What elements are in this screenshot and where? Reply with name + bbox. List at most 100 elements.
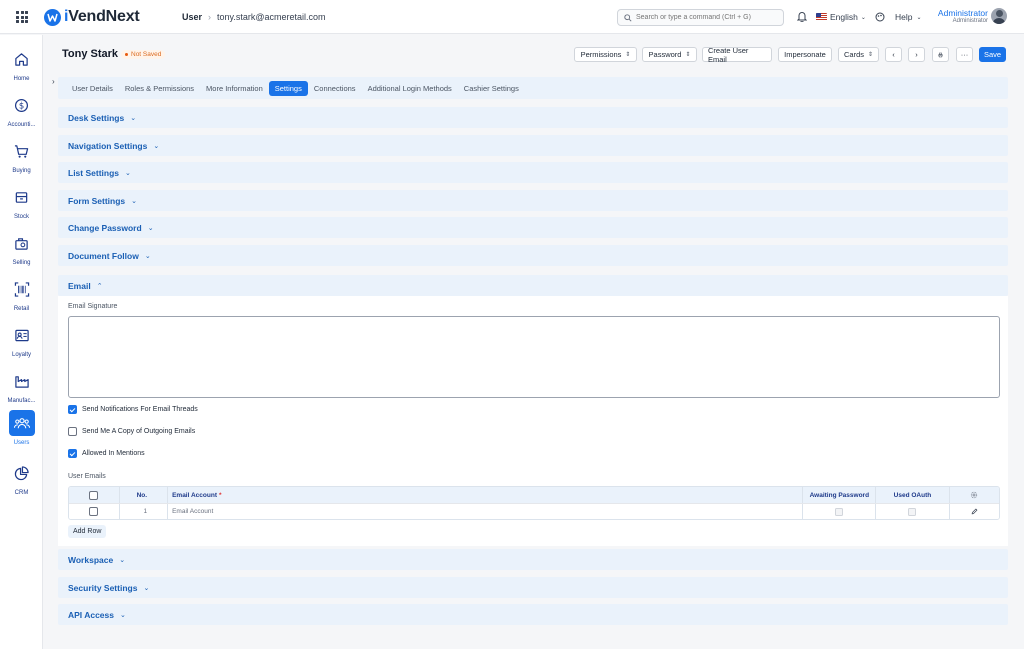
sidebar-item-label: Selling [12, 260, 31, 266]
row-select-cell [69, 504, 120, 519]
expand-sidebar-icon[interactable]: › [52, 77, 55, 86]
sidebar-item-users[interactable]: Users [0, 410, 43, 452]
dollar-icon: $ [9, 92, 35, 118]
gear-icon[interactable] [970, 491, 978, 499]
row-number: 1 [120, 504, 169, 519]
used-oauth-checkbox[interactable] [908, 507, 917, 516]
help-menu[interactable]: Help ⌄ [875, 12, 922, 22]
language-selector[interactable]: English ⌄ [816, 12, 866, 22]
required-asterisk: * [219, 491, 222, 499]
us-flag-icon [816, 13, 827, 21]
sidebar-item-stock[interactable]: Stock [0, 184, 43, 226]
sidebar-item-retail[interactable]: Retail [0, 276, 43, 318]
chevron-down-icon: ⌄ [916, 14, 922, 21]
send-copy-checkbox-row[interactable]: Send Me A Copy of Outgoing Emails [68, 427, 195, 436]
sidebar-item-buying[interactable]: Buying [0, 138, 43, 180]
section-email[interactable]: Email ⌃ [58, 275, 1008, 296]
sidebar-item-label: Accounti... [7, 122, 36, 128]
checkbox-label: Send Notifications For Email Threads [82, 406, 198, 413]
sidebar-item-loyalty[interactable]: Loyalty [0, 322, 43, 364]
form-tabs: User Details Roles & Permissions More In… [58, 77, 1008, 99]
create-user-email-button[interactable]: Create User Email [702, 46, 772, 64]
search-icon [624, 13, 632, 22]
row-select-checkbox[interactable] [89, 507, 99, 516]
allowed-in-mentions-checkbox[interactable] [68, 449, 77, 458]
section-security-settings[interactable]: Security Settings ⌄ [58, 577, 1008, 598]
more-actions-button[interactable]: ··· [956, 47, 973, 62]
send-notifications-checkbox-row[interactable]: Send Notifications For Email Threads [68, 405, 198, 414]
email-account-cell[interactable]: Email Account [168, 504, 804, 519]
tab-user-details[interactable]: User Details [66, 81, 119, 96]
svg-text:$: $ [19, 100, 24, 110]
section-document-follow[interactable]: Document Follow ⌄ [58, 245, 1008, 266]
user-menu[interactable]: Administrator Administrator [934, 8, 988, 24]
chevron-down-icon: ⌄ [130, 114, 137, 122]
email-signature-label: Email Signature [68, 303, 118, 310]
status-dot-icon [125, 53, 128, 56]
allowed-in-mentions-checkbox-row[interactable]: Allowed In Mentions [68, 449, 145, 458]
tab-roles-permissions[interactable]: Roles & Permissions [119, 81, 200, 96]
password-button[interactable]: Password ⇕ [642, 47, 697, 62]
sidebar-item-manufacturing[interactable]: Manufac... [0, 368, 43, 410]
language-label: English [830, 12, 858, 22]
add-row-button[interactable]: Add Row [68, 525, 107, 538]
tab-additional-login-methods[interactable]: Additional Login Methods [362, 81, 458, 96]
section-navigation-settings[interactable]: Navigation Settings ⌄ [58, 135, 1008, 156]
pencil-icon[interactable] [971, 508, 978, 515]
sidebar-item-crm[interactable]: CRM [0, 460, 43, 502]
chevron-down-icon: ⌄ [125, 169, 131, 177]
table-row[interactable]: 1 Email Account [69, 503, 999, 519]
column-header-used-oauth: Used OAuth [876, 487, 950, 503]
sidebar-item-label: Manufac... [7, 398, 36, 404]
breadcrumb-user[interactable]: User [182, 12, 202, 22]
bell-icon[interactable] [796, 11, 808, 24]
cart-icon [9, 138, 35, 164]
breadcrumb-record[interactable]: tony.stark@acmeretail.com [217, 12, 326, 22]
permissions-button[interactable]: Permissions ⇕ [574, 47, 637, 62]
logo-mark-icon [44, 8, 61, 26]
avatar[interactable] [991, 8, 1007, 24]
tab-connections[interactable]: Connections [308, 81, 362, 96]
tab-settings[interactable]: Settings [268, 80, 308, 96]
users-icon [8, 410, 35, 436]
app-grid-icon[interactable] [16, 11, 28, 23]
select-all-checkbox[interactable] [89, 490, 99, 500]
pie-chart-icon [9, 460, 35, 486]
app-logo[interactable]: iVendNext [44, 8, 140, 26]
chevron-down-icon: ⌄ [120, 611, 126, 619]
sidebar-item-label: Users [13, 440, 30, 446]
column-header-awaiting-password: Awaiting Password [803, 487, 877, 503]
selling-icon [9, 230, 35, 256]
previous-record-button[interactable]: ‹ [885, 47, 902, 62]
impersonate-button[interactable]: Impersonate [778, 47, 832, 62]
sidebar-item-home[interactable]: Home [0, 46, 43, 88]
sidebar-item-label: CRM [14, 490, 29, 496]
tab-more-information[interactable]: More Information [200, 81, 269, 96]
sidebar-item-selling[interactable]: Selling [0, 230, 43, 272]
send-notifications-checkbox[interactable] [68, 405, 77, 414]
loyalty-card-icon [9, 322, 35, 348]
chevron-down-icon: ⌄ [144, 252, 151, 260]
awaiting-password-checkbox[interactable] [835, 507, 844, 516]
section-api-access[interactable]: API Access ⌄ [58, 604, 1008, 625]
cards-button[interactable]: Cards ⇕ [838, 47, 879, 62]
email-signature-textarea[interactable] [68, 316, 1000, 398]
search-box[interactable] [617, 9, 784, 26]
sidebar-item-accounting[interactable]: $ Accounti... [0, 92, 43, 134]
chevron-left-icon: ‹ [892, 50, 895, 59]
section-form-settings[interactable]: Form Settings ⌄ [58, 190, 1008, 211]
send-copy-checkbox[interactable] [68, 427, 77, 436]
print-button[interactable] [932, 47, 949, 62]
home-icon [9, 46, 35, 72]
section-change-password[interactable]: Change Password ⌄ [58, 217, 1008, 238]
search-input[interactable] [636, 14, 776, 21]
sidebar-item-label: Stock [13, 214, 29, 220]
section-desk-settings[interactable]: Desk Settings ⌄ [58, 107, 1008, 128]
tab-cashier-settings[interactable]: Cashier Settings [458, 81, 525, 96]
save-button[interactable]: Save [979, 47, 1006, 62]
chevron-down-icon: ⌄ [153, 142, 160, 150]
section-list-settings[interactable]: List Settings ⌄ [58, 162, 1008, 183]
checkbox-label: Allowed In Mentions [82, 450, 145, 457]
next-record-button[interactable]: › [908, 47, 925, 62]
section-workspace[interactable]: Workspace ⌄ [58, 549, 1008, 570]
